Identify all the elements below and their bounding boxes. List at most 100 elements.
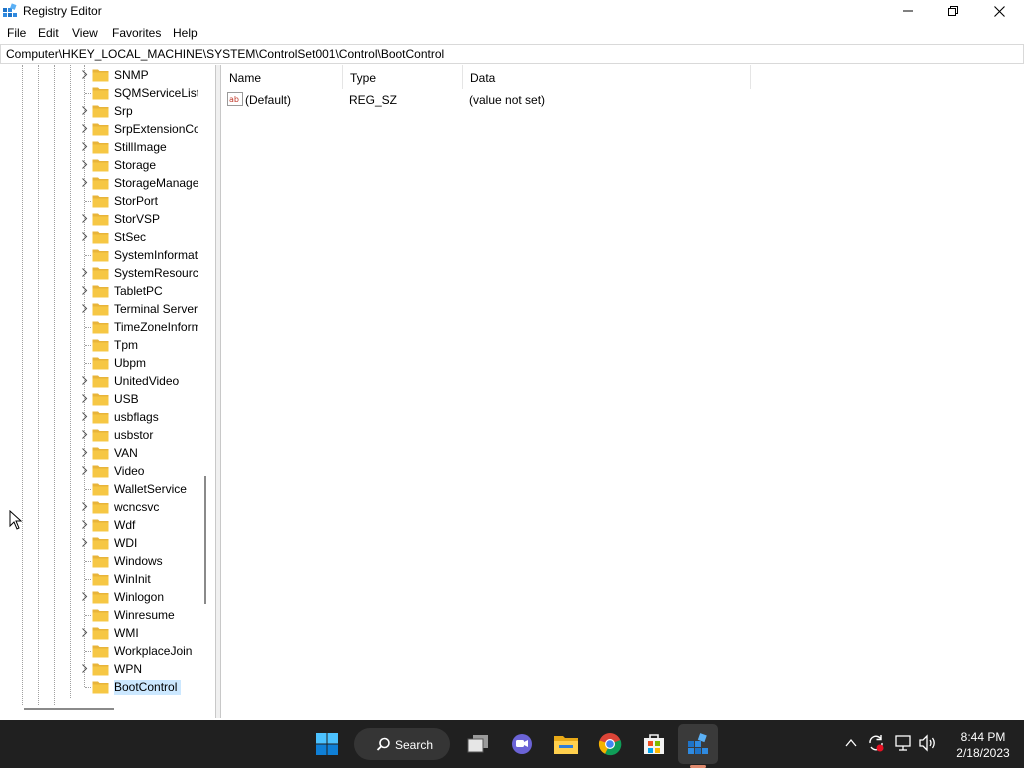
tree-item[interactable]: UnitedVideo — [0, 372, 215, 390]
tree-horizontal-scrollbar[interactable] — [24, 708, 114, 710]
chevron-right-icon[interactable] — [80, 592, 89, 601]
restore-button[interactable] — [930, 0, 976, 22]
chat-button[interactable] — [507, 729, 537, 759]
store-button[interactable] — [639, 729, 669, 759]
tree-item-label: VAN — [114, 446, 138, 460]
tree-item[interactable]: Windows — [0, 552, 215, 570]
tree-item-label: StSec — [114, 230, 147, 244]
start-button[interactable] — [312, 729, 342, 759]
values-list-pane[interactable]: Name Type Data ab (Default) REG_SZ (valu… — [220, 65, 1024, 718]
tree-item[interactable]: BootControl — [0, 678, 215, 696]
tree-item[interactable]: StorVSP — [0, 210, 215, 228]
close-button[interactable] — [976, 0, 1022, 22]
chevron-right-icon[interactable] — [80, 214, 89, 223]
task-view-button[interactable] — [463, 729, 493, 759]
taskbar-search-button[interactable]: Search — [354, 728, 450, 760]
sync-icon[interactable] — [866, 733, 886, 753]
chevron-right-icon[interactable] — [80, 70, 89, 79]
chevron-right-icon[interactable] — [80, 160, 89, 169]
tree-item[interactable]: WMI — [0, 624, 215, 642]
system-clock[interactable]: 8:44 PM 2/18/2023 — [948, 729, 1018, 761]
chevron-right-icon[interactable] — [80, 178, 89, 187]
chevron-right-icon[interactable] — [80, 304, 89, 313]
address-bar[interactable]: Computer\HKEY_LOCAL_MACHINE\SYSTEM\Contr… — [0, 44, 1024, 64]
tree-item[interactable]: TimeZoneInformation — [0, 318, 215, 336]
menu-view[interactable]: View — [72, 26, 98, 40]
tree-item-label: WMI — [114, 626, 139, 640]
column-separator[interactable] — [750, 65, 751, 89]
chevron-up-icon[interactable] — [845, 738, 857, 748]
list-item[interactable]: ab (Default) REG_SZ (value not set) — [221, 90, 1024, 108]
menu-favorites[interactable]: Favorites — [112, 26, 161, 40]
chevron-right-icon[interactable] — [80, 268, 89, 277]
column-header-data[interactable]: Data — [462, 68, 750, 88]
tree-item[interactable]: Terminal Server — [0, 300, 215, 318]
value-type: REG_SZ — [349, 93, 398, 107]
volume-icon[interactable] — [918, 733, 938, 753]
chevron-right-icon[interactable] — [80, 142, 89, 151]
chevron-right-icon[interactable] — [80, 628, 89, 637]
registry-editor-taskbar-button[interactable] — [683, 729, 713, 759]
menu-edit[interactable]: Edit — [38, 26, 59, 40]
chevron-right-icon[interactable] — [80, 124, 89, 133]
tree-item[interactable]: Winresume — [0, 606, 215, 624]
chevron-right-icon[interactable] — [80, 466, 89, 475]
tree-item[interactable]: SNMP — [0, 66, 215, 84]
tree-item[interactable]: Tpm — [0, 336, 215, 354]
folder-icon — [92, 591, 109, 604]
tree-connector — [85, 93, 91, 94]
folder-icon — [92, 87, 109, 100]
tree-item[interactable]: usbstor — [0, 426, 215, 444]
minimize-button[interactable] — [885, 0, 931, 22]
key-tree-pane[interactable]: SNMP SQMServiceList Srp SrpExtensionConfig S… — [0, 65, 216, 718]
menu-help[interactable]: Help — [173, 26, 198, 40]
chevron-right-icon[interactable] — [80, 520, 89, 529]
tree-item[interactable]: wcncsvc — [0, 498, 215, 516]
file-explorer-button[interactable] — [551, 729, 581, 759]
tree-item[interactable]: Srp — [0, 102, 215, 120]
tree-item[interactable]: SQMServiceList — [0, 84, 215, 102]
tree-item[interactable]: WorkplaceJoin — [0, 642, 215, 660]
folder-icon — [92, 141, 109, 154]
chevron-right-icon[interactable] — [80, 376, 89, 385]
tree-item[interactable]: WDI — [0, 534, 215, 552]
tree-item[interactable]: TabletPC — [0, 282, 215, 300]
tree-item[interactable]: WalletService — [0, 480, 215, 498]
tree-item[interactable]: Wdf — [0, 516, 215, 534]
folder-icon — [92, 663, 109, 676]
chrome-button[interactable] — [595, 729, 625, 759]
menu-file[interactable]: File — [7, 26, 26, 40]
chevron-right-icon[interactable] — [80, 502, 89, 511]
chevron-right-icon[interactable] — [80, 106, 89, 115]
tree-item[interactable]: StSec — [0, 228, 215, 246]
string-value-icon: ab — [227, 92, 243, 106]
column-header-type[interactable]: Type — [342, 68, 462, 88]
tree-item[interactable]: SrpExtensionConfig — [0, 120, 215, 138]
tree-item[interactable]: usbflags — [0, 408, 215, 426]
chevron-right-icon[interactable] — [80, 286, 89, 295]
tree-item[interactable]: WinInit — [0, 570, 215, 588]
chevron-right-icon[interactable] — [80, 664, 89, 673]
chevron-right-icon[interactable] — [80, 232, 89, 241]
network-icon[interactable] — [894, 733, 914, 753]
column-header-name[interactable]: Name — [221, 68, 342, 88]
chevron-right-icon[interactable] — [80, 394, 89, 403]
tree-item[interactable]: Winlogon — [0, 588, 215, 606]
tree-item[interactable]: USB — [0, 390, 215, 408]
tree-item[interactable]: StillImage — [0, 138, 215, 156]
chevron-right-icon[interactable] — [80, 538, 89, 547]
tree-item[interactable]: WPN — [0, 660, 215, 678]
tree-item[interactable]: StorPort — [0, 192, 215, 210]
tree-item[interactable]: SystemResources — [0, 264, 215, 282]
chevron-right-icon[interactable] — [80, 412, 89, 421]
tree-item[interactable]: VAN — [0, 444, 215, 462]
tree-item[interactable]: StorageManagement — [0, 174, 215, 192]
chevron-right-icon[interactable] — [80, 448, 89, 457]
folder-icon — [92, 645, 109, 658]
tree-item[interactable]: Video — [0, 462, 215, 480]
tree-item[interactable]: Ubpm — [0, 354, 215, 372]
tree-item-label: WPN — [114, 662, 142, 676]
tree-item[interactable]: SystemInformation — [0, 246, 215, 264]
tree-item[interactable]: Storage — [0, 156, 215, 174]
chevron-right-icon[interactable] — [80, 430, 89, 439]
